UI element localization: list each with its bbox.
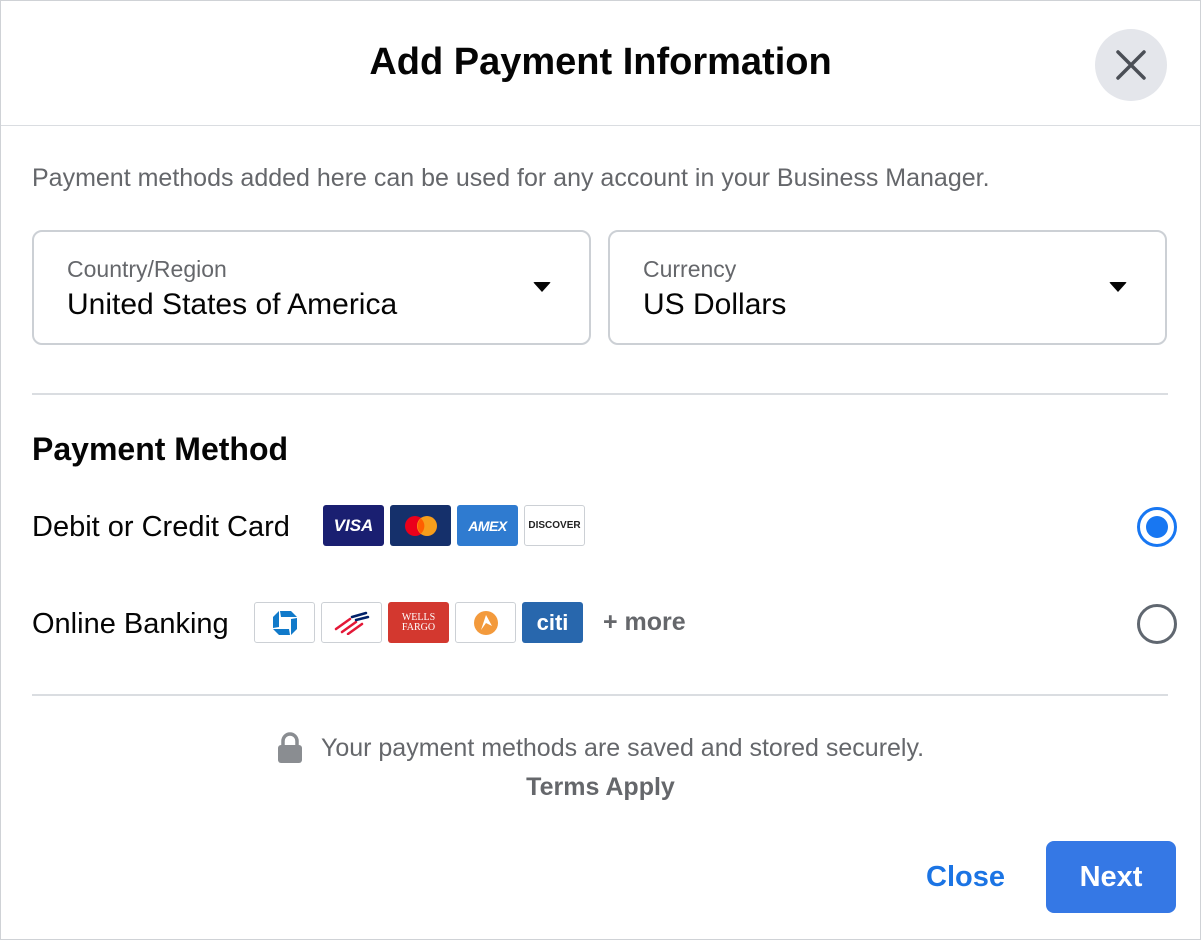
payment-method-heading: Payment Method [32,431,289,467]
next-button[interactable]: Next [1046,841,1176,913]
more-banks-link[interactable]: + more [603,608,686,637]
bank-logos: WELLS FARGO citi + more [254,602,686,643]
visa-logo: VISA [323,505,384,546]
country-region-select[interactable]: Country/Region United States of America [32,230,591,345]
amex-logo: AMEX [457,505,518,546]
close-dialog-button[interactable] [1095,29,1167,101]
secure-notice-text: Your payment methods are saved and store… [320,733,925,762]
country-region-label: Country/Region [67,256,227,282]
card-option-label: Debit or Credit Card [32,511,290,543]
bank-of-america-logo [321,602,382,643]
chase-logo [254,602,315,643]
lock-icon [277,732,302,763]
dialog-header: Add Payment Information [1,1,1200,126]
caret-down-icon [1109,282,1127,292]
close-button[interactable]: Close [926,861,1005,894]
online-banking-label: Online Banking [32,608,229,640]
secure-notice: Your payment methods are saved and store… [1,732,1200,764]
card-logos: VISA AMEX DISCOVER [323,505,585,546]
terms-apply-link[interactable]: Terms Apply [1,773,1200,802]
mastercard-logo [390,505,451,546]
payment-option-card[interactable]: Debit or Credit Card VISA AMEX DISCOVER [32,499,1177,555]
caret-down-icon [533,282,551,292]
payment-option-online-banking[interactable]: Online Banking WELLS FARGO citi + more [32,596,1177,652]
country-region-value: United States of America [67,288,398,321]
wells-fargo-text-2: FARGO [401,621,436,633]
divider [32,694,1168,696]
currency-label: Currency [643,256,737,282]
citi-logo: citi [522,602,583,643]
add-payment-dialog: Add Payment Information Payment methods … [0,0,1201,940]
currency-select[interactable]: Currency US Dollars [608,230,1167,345]
dialog-title: Add Payment Information [369,41,832,83]
wells-fargo-logo: WELLS FARGO [388,602,449,643]
intro-text: Payment methods added here can be used f… [32,164,990,192]
close-icon [1116,50,1146,80]
card-radio-selected[interactable] [1137,507,1177,547]
wells-fargo-text-1: WELLS [401,611,436,623]
online-banking-radio[interactable] [1137,604,1177,644]
currency-value: US Dollars [643,288,787,321]
bank-logo-orange [455,602,516,643]
discover-logo: DISCOVER [524,505,585,546]
divider [32,393,1168,395]
